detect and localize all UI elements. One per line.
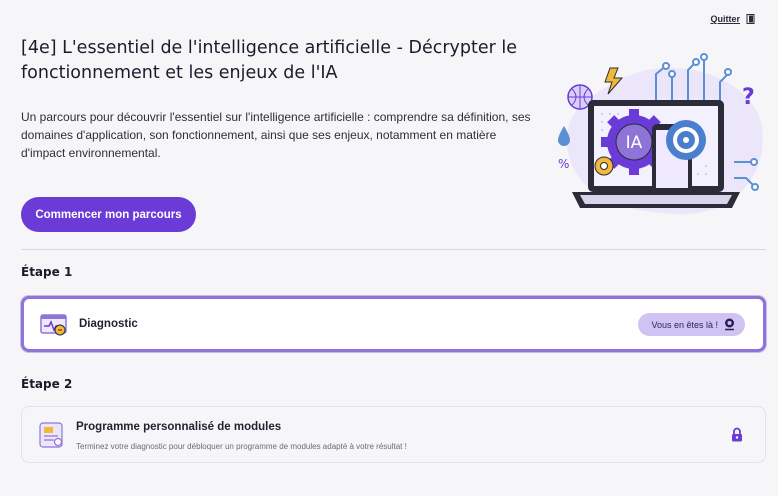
step-1-card-diagnostic[interactable]: Diagnostic Vous en êtes là ! (21, 296, 766, 352)
section-divider (21, 249, 766, 250)
diagnostic-icon (40, 314, 67, 336)
step-2-card-modules: Programme personnalisé de modules Termin… (21, 406, 766, 463)
step-2-label: Étape 2 (21, 377, 73, 391)
svg-text:?: ? (742, 85, 755, 110)
step-1-card-title: Diagnostic (79, 318, 138, 330)
step-1-label: Étape 1 (21, 265, 73, 279)
lock-icon (732, 427, 742, 442)
current-step-badge-label: Vous en êtes là ! (651, 319, 718, 330)
start-course-button[interactable]: Commencer mon parcours (21, 197, 196, 232)
quit-link[interactable]: Quitter (710, 14, 756, 24)
step-2-card-title: Programme personnalisé de modules (76, 421, 282, 433)
illustration-ia-text: IA (626, 133, 643, 153)
modules-program-icon (39, 422, 63, 448)
exit-door-icon[interactable] (746, 14, 756, 24)
svg-text:%: % (558, 157, 569, 171)
course-description: Un parcours pour découvrir l'essentiel s… (21, 110, 531, 160)
ai-laptop-illustration: ? % IA (558, 53, 763, 215)
current-step-badge: Vous en êtes là ! (638, 313, 745, 336)
location-pin-icon (725, 318, 734, 331)
step-2-card-subtitle: Terminez votre diagnostic pour débloquer… (76, 442, 407, 451)
quit-label[interactable]: Quitter (710, 14, 740, 24)
page-title: [4e] L'essentiel de l'intelligence artif… (21, 38, 518, 83)
